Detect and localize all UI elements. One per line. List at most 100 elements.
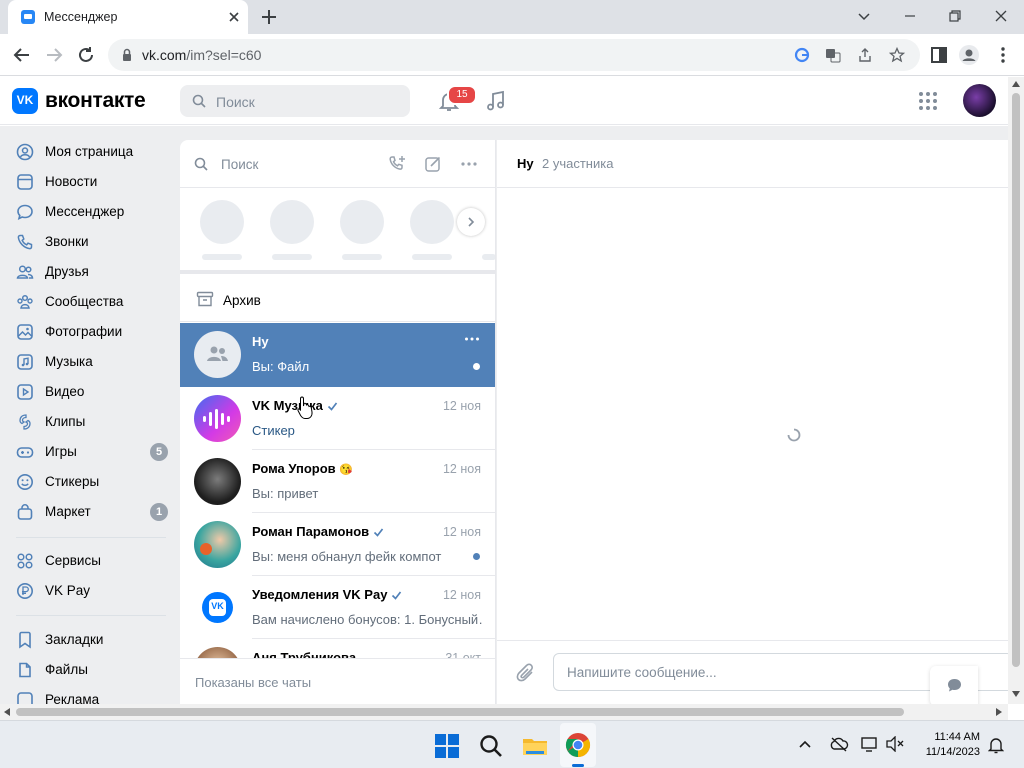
close-tab-icon[interactable] xyxy=(226,9,242,25)
chat-search-placeholder: Поиск xyxy=(221,157,259,172)
stories-next-button[interactable] xyxy=(457,208,485,236)
add-call-icon[interactable] xyxy=(387,154,407,174)
conversation-date: 12 ноя xyxy=(442,462,481,476)
url-path: /im?sel=c60 xyxy=(186,47,262,63)
conversation-more-icon[interactable] xyxy=(464,335,480,343)
sidebar-item-label: Звонки xyxy=(45,234,89,249)
conversation-item[interactable]: Рома Упоров 😘 12 ноя Вы: привет xyxy=(180,450,495,513)
all-chats-shown-text: Показаны все чаты xyxy=(195,675,312,690)
scroll-up-arrow-icon[interactable] xyxy=(1012,81,1020,87)
conversation-item-active[interactable]: Ну Вы: Файл xyxy=(180,323,495,387)
chat-header[interactable]: Ну 2 участника xyxy=(497,140,1008,188)
clock-date: 11/14/2023 xyxy=(925,746,980,758)
chat-search-bar[interactable]: Поиск xyxy=(180,140,495,188)
search-icon xyxy=(192,94,206,108)
lock-icon[interactable] xyxy=(119,47,135,63)
system-clock[interactable]: 11:44 AM 11/14/2023 xyxy=(920,730,980,760)
search-icon xyxy=(194,157,208,171)
translate-icon[interactable] xyxy=(825,47,841,63)
story-name-placeholder xyxy=(412,254,452,260)
sidebar-item-video[interactable]: Видео xyxy=(16,380,172,404)
restore-icon[interactable] xyxy=(945,6,965,26)
story-placeholder[interactable] xyxy=(340,200,384,244)
sidebar-item-clips[interactable]: Клипы xyxy=(16,410,172,434)
contact-avatar xyxy=(194,458,241,505)
sidebar-item-ads[interactable]: Реклама xyxy=(16,688,172,704)
apps-grid-icon[interactable] xyxy=(918,91,938,111)
attach-paperclip-icon[interactable] xyxy=(515,662,537,684)
close-window-icon[interactable] xyxy=(991,6,1011,26)
windows-start-icon[interactable] xyxy=(434,733,460,759)
archive-row[interactable]: Архив xyxy=(180,276,495,322)
scroll-right-arrow-icon[interactable] xyxy=(996,708,1002,716)
chrome-taskbar-button[interactable] xyxy=(560,723,596,767)
back-icon[interactable] xyxy=(11,44,33,66)
notification-bell-icon[interactable] xyxy=(988,736,1004,754)
sidebar-item-messenger[interactable]: Мессенджер xyxy=(16,200,172,224)
address-bar[interactable]: vk.com/im?sel=c60 xyxy=(108,39,920,71)
sidebar-item-label: Друзья xyxy=(45,264,89,279)
google-icon[interactable] xyxy=(794,47,810,63)
conversation-item[interactable]: VK Музыка 12 ноя Стикер xyxy=(180,387,495,450)
vertical-scroll-thumb[interactable] xyxy=(1012,93,1020,667)
sidebar-item-calls[interactable]: Звонки xyxy=(16,230,172,254)
more-icon[interactable] xyxy=(459,154,479,174)
sidebar-item-my-page[interactable]: Моя страница xyxy=(16,140,172,164)
profile-icon[interactable] xyxy=(958,44,980,66)
network-icon[interactable] xyxy=(860,735,880,753)
reload-icon[interactable] xyxy=(75,44,97,66)
vk-logo-icon[interactable]: VK xyxy=(12,88,38,114)
conversation-date: 12 ноя xyxy=(442,399,481,413)
horizontal-scroll-thumb[interactable] xyxy=(16,708,904,716)
side-panel-icon[interactable] xyxy=(928,44,950,66)
music-player-icon[interactable] xyxy=(484,89,508,113)
chrome-menu-icon[interactable] xyxy=(992,44,1014,66)
forward-icon[interactable] xyxy=(43,44,65,66)
scroll-left-arrow-icon[interactable] xyxy=(4,708,10,716)
sidebar-item-vkpay[interactable]: VK Pay xyxy=(16,579,172,603)
sidebar-item-photos[interactable]: Фотографии xyxy=(16,320,172,344)
conversation-item[interactable]: VK Уведомления VK Pay 12 ноя Вам начисле… xyxy=(180,576,495,639)
minimize-icon[interactable] xyxy=(900,6,920,26)
compose-icon[interactable] xyxy=(423,154,443,174)
sidebar-item-games[interactable]: Игры 5 xyxy=(16,440,172,464)
conversation-preview: Вы: привет xyxy=(252,486,319,501)
sidebar-item-files[interactable]: Файлы xyxy=(16,658,172,682)
sidebar-item-bookmarks[interactable]: Закладки xyxy=(16,628,172,652)
sidebar-item-label: Музыка xyxy=(45,354,93,369)
user-avatar[interactable] xyxy=(963,84,996,117)
sidebar-item-market[interactable]: Маркет 1 xyxy=(16,500,172,524)
sidebar-item-music[interactable]: Музыка xyxy=(16,350,172,374)
bookmark-star-icon[interactable] xyxy=(889,47,905,63)
new-tab-icon[interactable] xyxy=(260,8,278,26)
sound-wave-icon xyxy=(203,409,230,429)
sidebar-item-friends[interactable]: Друзья xyxy=(16,260,172,284)
sidebar-item-label: Клипы xyxy=(45,414,86,429)
story-placeholder[interactable] xyxy=(270,200,314,244)
search-taskbar-icon[interactable] xyxy=(478,733,504,759)
share-icon[interactable] xyxy=(857,47,873,63)
volume-muted-icon[interactable] xyxy=(885,736,905,752)
file-explorer-icon[interactable] xyxy=(522,733,548,759)
chat-bubble-icon xyxy=(948,679,961,692)
url-text: vk.com/im?sel=c60 xyxy=(142,47,261,63)
header-search-input[interactable]: Поиск xyxy=(180,85,410,117)
sidebar-item-communities[interactable]: Сообщества xyxy=(16,290,172,314)
chevron-up-icon[interactable] xyxy=(798,739,812,749)
browser-tab[interactable]: Мессенджер xyxy=(8,0,248,34)
sidebar-item-stickers[interactable]: Стикеры xyxy=(16,470,172,494)
onedrive-icon[interactable] xyxy=(829,736,849,752)
conversation-item[interactable]: Роман Парамонов 12 ноя Вы: меня обнанул … xyxy=(180,513,495,576)
tab-search-chevron-icon[interactable] xyxy=(854,6,874,26)
vk-wordmark[interactable]: вконтакте xyxy=(45,89,146,113)
floating-chat-button[interactable] xyxy=(930,666,978,706)
story-placeholder[interactable] xyxy=(410,200,454,244)
scroll-down-arrow-icon[interactable] xyxy=(1012,691,1020,697)
vertical-scrollbar[interactable] xyxy=(1008,77,1024,704)
sidebar-item-label: Закладки xyxy=(45,632,104,647)
sidebar-item-label: Сообщества xyxy=(45,294,124,309)
horizontal-scrollbar[interactable] xyxy=(0,704,1008,720)
sidebar-item-news[interactable]: Новости xyxy=(16,170,172,194)
story-placeholder[interactable] xyxy=(200,200,244,244)
sidebar-item-services[interactable]: Сервисы xyxy=(16,549,172,573)
